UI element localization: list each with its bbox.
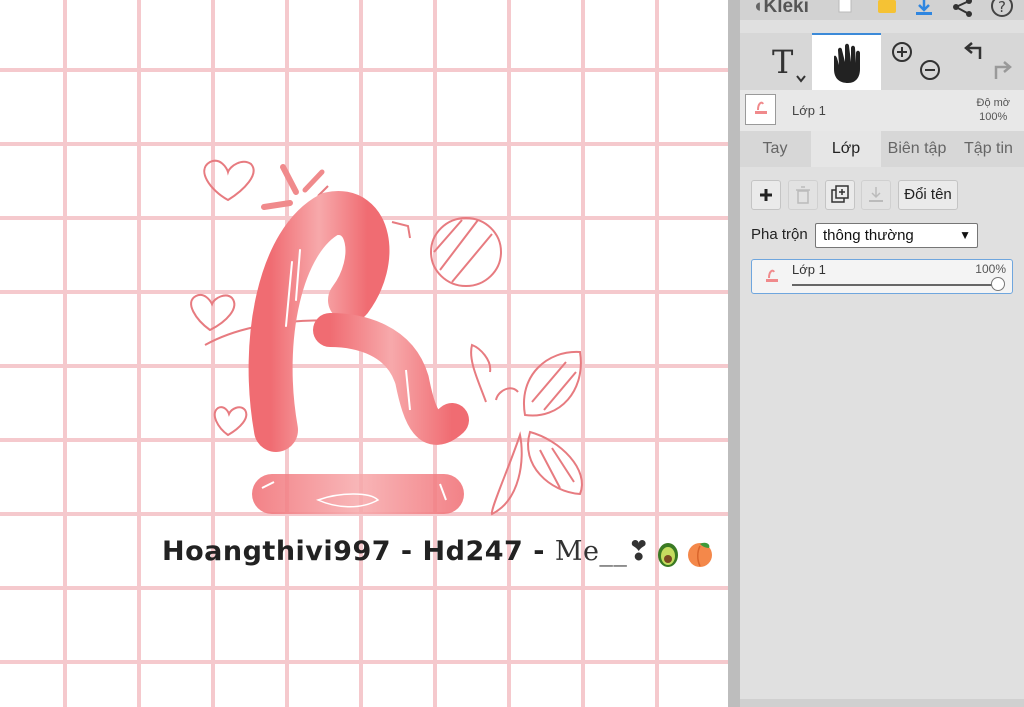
svg-text:?: ? (998, 0, 1006, 16)
merge-down-button[interactable] (861, 180, 891, 210)
app-logo: ◖Kleki (752, 0, 809, 18)
help-icon[interactable]: ? (990, 0, 1014, 20)
tool-row: T (740, 33, 1024, 90)
text-tool-button[interactable]: T (752, 33, 812, 90)
side-panel: ◖Kleki ? T Lớp 1 Độ mờ 100% Tay Lớp Biên… (740, 0, 1024, 707)
svg-text:T: T (772, 43, 794, 81)
undo-redo-buttons[interactable] (954, 33, 1024, 90)
avocado-icon (657, 542, 678, 567)
zoom-in-icon (892, 42, 912, 62)
caption-me: Me__❣ (554, 536, 651, 567)
undo-icon (964, 42, 982, 59)
heart-doodle (203, 159, 255, 202)
text-tool-icon: T (772, 43, 806, 83)
tab-brush[interactable]: Tay (740, 131, 810, 167)
rename-layer-button[interactable]: Đổi tên (898, 180, 958, 210)
panel-divider[interactable] (728, 0, 740, 707)
share-icon[interactable] (952, 0, 974, 18)
duplicate-icon (831, 185, 849, 203)
blend-mode-value: thông thường (823, 227, 914, 244)
layer-opacity-value: 100% (975, 262, 1006, 276)
redo-icon (994, 61, 1012, 79)
new-image-icon[interactable] (838, 0, 852, 14)
opacity-label: Độ mờ (976, 97, 1011, 109)
panel-tabs: Tay Lớp Biên tập Tập tin (740, 131, 1024, 167)
slider-fill (792, 284, 998, 286)
chevron-down-icon: ▼ (959, 228, 971, 242)
blend-mode-label: Pha trộn (751, 226, 808, 243)
merge-down-icon (869, 187, 883, 202)
zoom-out-icon (920, 60, 940, 80)
panel-bottom-strip (740, 699, 1024, 707)
layer-list-item[interactable]: Lớp 1 100% (751, 259, 1013, 294)
add-layer-button[interactable] (751, 180, 781, 210)
hand-tool-button[interactable] (812, 33, 881, 90)
opacity-value: 100% (979, 111, 1008, 123)
delete-layer-button[interactable] (788, 180, 818, 210)
layer-opacity-slider[interactable] (792, 284, 998, 286)
blend-mode-select[interactable]: thông thường ▼ (815, 223, 978, 248)
layer-thumbnail[interactable] (745, 94, 776, 125)
layer-name: Lớp 1 (792, 262, 826, 277)
artwork (190, 159, 583, 516)
current-layer-header: Lớp 1 Độ mờ 100% (740, 90, 1024, 131)
heart-doodle (190, 294, 236, 332)
heart-doodle (213, 406, 248, 437)
caption-text: Hoangthivi997 - Hd247 - (162, 536, 555, 567)
tab-edit[interactable]: Biên tập (881, 131, 953, 167)
trash-icon (796, 186, 810, 204)
top-menu-bar: ◖Kleki ? (740, 0, 1024, 20)
tab-file[interactable]: Tập tin (953, 131, 1024, 167)
tab-layers[interactable]: Lớp (811, 131, 881, 167)
download-icon[interactable] (914, 0, 934, 18)
app-name: Kleki (763, 0, 809, 17)
plus-icon (760, 189, 772, 201)
peach-icon (687, 542, 712, 567)
current-layer-name: Lớp 1 (792, 103, 826, 118)
zoom-buttons[interactable] (886, 33, 946, 90)
open-folder-icon[interactable] (878, 0, 896, 16)
drawing-canvas[interactable]: Hoangthivi997 - Hd247 - Me__❣ (0, 0, 728, 707)
layer-thumbnail (766, 269, 778, 282)
opacity-readout: Độ mờ 100% (977, 96, 1011, 124)
slider-handle[interactable] (991, 277, 1005, 291)
hand-tool-icon (834, 43, 860, 83)
duplicate-layer-button[interactable] (825, 180, 855, 210)
signature-caption: Hoangthivi997 - Hd247 - Me__❣ (162, 536, 715, 568)
